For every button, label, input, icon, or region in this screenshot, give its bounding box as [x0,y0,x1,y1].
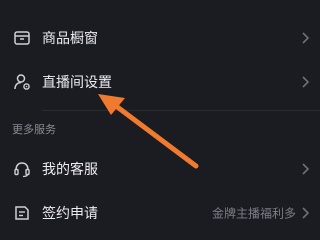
menu-item-live-room-settings[interactable]: 直播间设置 [0,60,320,104]
menu-item-label: 签约申请 [42,206,98,222]
menu-item-contract-application[interactable]: 签约申请 金牌主播福利多 [0,191,320,235]
headset-icon [14,162,30,178]
section-title-more-services: 更多服务 [12,123,56,136]
chevron-right-icon [302,76,310,88]
menu-item-label: 我的客服 [42,162,98,178]
chevron-right-icon [302,207,310,219]
menu-item-customer-service[interactable]: 我的客服 [0,147,320,191]
contract-icon [15,206,29,220]
menu-item-label: 商品橱窗 [42,31,98,47]
storefront-icon [14,31,30,45]
user-settings-icon [14,74,30,90]
chevron-right-icon [302,163,310,175]
chevron-right-icon [302,32,310,44]
menu-item-showcase[interactable]: 商品橱窗 [0,16,320,60]
menu-item-label: 直播间设置 [42,75,112,91]
divider [42,110,320,111]
promo-text: 金牌主播福利多 [211,206,296,221]
